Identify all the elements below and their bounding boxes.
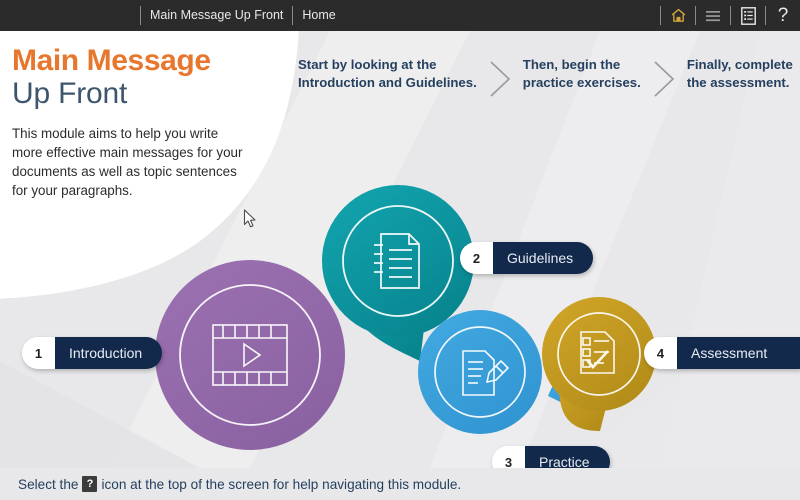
help-icon: ? (82, 476, 98, 492)
instruction-step-2: Then, begin the practice exercises. (522, 57, 641, 91)
page-title-block: Main Message Up Front This module aims t… (12, 45, 262, 200)
instruction-step-1: Start by looking at the Introduction and… (298, 57, 477, 91)
node-number-guidelines: 2 (460, 242, 493, 274)
node-label-introduction: Introduction (55, 337, 163, 369)
node-number-introduction: 1 (22, 337, 55, 369)
mouse-cursor (243, 209, 256, 228)
node-number-assessment: 4 (644, 337, 677, 369)
node-button-practice[interactable]: 3 Practice (492, 446, 610, 468)
notes-icon-button[interactable] (731, 0, 765, 31)
menu-icon (705, 9, 721, 23)
node-label-assessment: Assessment (677, 337, 800, 369)
footer-text-after: icon at the top of the screen for help n… (101, 476, 462, 492)
nav-home-link[interactable]: Home (293, 9, 344, 22)
node-circle-introduction (155, 260, 345, 450)
module-description: This module aims to help you write more … (12, 125, 243, 198)
module-home-stage: Main Message Up Front This module aims t… (0, 31, 800, 468)
chevron-right-icon (490, 61, 510, 97)
node-circle-assessment (542, 297, 656, 411)
node-button-guidelines[interactable]: 2 Guidelines (460, 242, 594, 274)
nav-module-title[interactable]: Main Message Up Front (141, 9, 292, 22)
help-icon-button[interactable]: ? (766, 0, 800, 31)
help-icon: ? (777, 5, 789, 26)
node-circle-guidelines (322, 185, 474, 337)
node-label-guidelines: Guidelines (493, 242, 594, 274)
notes-icon (740, 6, 756, 25)
footer-help-text: Select the ? icon at the top of the scre… (18, 476, 461, 492)
chevron-right-icon (654, 61, 674, 97)
instruction-step-3: Finally, complete the assessment. (686, 57, 793, 91)
node-button-introduction[interactable]: 1 Introduction (22, 337, 163, 369)
home-icon (670, 7, 687, 24)
node-number-practice: 3 (492, 446, 525, 468)
node-button-assessment[interactable]: 4 Assessment (644, 337, 800, 369)
home-icon-button[interactable] (661, 0, 695, 31)
top-navigation-bar: Main Message Up Front Home ? (0, 0, 800, 31)
footer-text-before: Select the (18, 476, 79, 492)
instruction-steps: Start by looking at the Introduction and… (298, 56, 793, 102)
page-title-line2: Up Front (12, 76, 128, 110)
node-circle-practice (418, 310, 542, 434)
menu-icon-button[interactable] (696, 0, 730, 31)
page-title-line1: Main Message (12, 44, 211, 77)
node-label-practice: Practice (525, 446, 610, 468)
footer-bar: Select the ? icon at the top of the scre… (0, 468, 800, 500)
